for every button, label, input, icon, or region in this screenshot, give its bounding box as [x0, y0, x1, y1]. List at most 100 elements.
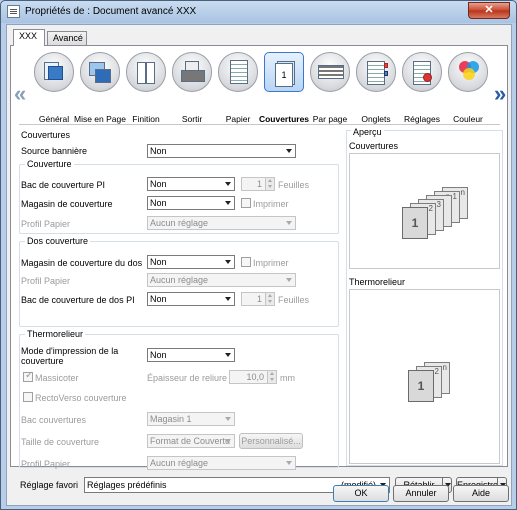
bac-pi-label: Bac de couverture PI	[21, 180, 106, 190]
chevron-down-icon	[286, 278, 292, 282]
spin-arrows-icon	[265, 293, 274, 305]
color-icon	[448, 52, 488, 92]
toolbar-item-papier[interactable]: Papier	[215, 52, 261, 124]
chevron-down-icon	[225, 297, 231, 301]
magasin-value: Non	[150, 198, 167, 208]
chevron-down-icon	[225, 182, 231, 186]
dos-profil-label: Profil Papier	[21, 276, 71, 286]
toolbar-label: Couleur	[453, 114, 483, 124]
taille-select[interactable]: Format de Couvertu	[147, 434, 235, 448]
title-bar: Propriétés de : Document avancé XXX ✕	[1, 1, 516, 23]
bac-pi-spinner[interactable]: 1	[241, 177, 275, 191]
tabs-icon	[356, 52, 396, 92]
bac-couvertures-value: Magasin 1	[150, 414, 192, 424]
dos-group-title: Dos couverture	[25, 236, 91, 246]
spinner-value: 10,0	[246, 372, 264, 382]
profil-value: Aucun réglage	[150, 218, 209, 228]
spin-arrows-icon	[265, 178, 274, 190]
dos-magasin-value: Non	[150, 257, 167, 267]
spinner-value: 1	[256, 179, 262, 189]
toolbar-item-couleur[interactable]: Couleur	[445, 52, 491, 124]
aide-button[interactable]: Aide	[453, 485, 509, 502]
dos-bac-pi-label: Bac de couverture de dos PI	[21, 295, 135, 305]
ok-button[interactable]: OK	[333, 485, 389, 502]
apercu-couvertures-label: Couvertures	[349, 141, 399, 151]
dos-profil-value: Aucun réglage	[150, 275, 209, 285]
epaisseur-spinner[interactable]: 10,0	[229, 370, 277, 384]
taille-value: Format de Couvertu	[150, 436, 231, 446]
finishing-icon	[126, 52, 166, 92]
dos-bac-pi-spinner[interactable]: 1	[241, 292, 275, 306]
toolbar-item-sortir[interactable]: Sortir	[169, 52, 215, 124]
couvertures-settings: Couvertures Source bannière Non Couvertu…	[19, 130, 341, 470]
document-icon	[7, 5, 20, 18]
toolbar-item-general[interactable]: Général	[31, 52, 77, 124]
dos-bac-pi-value: Non	[150, 294, 167, 304]
per-page-icon	[310, 52, 350, 92]
thermo-profil-select[interactable]: Aucun réglage	[147, 456, 296, 470]
bac-pi-unit: Feuilles	[278, 180, 310, 190]
couverture-group-title: Couverture	[25, 159, 74, 169]
thermo-profil-label: Profil Papier	[21, 459, 71, 469]
category-toolbar: Général Mise en Page Finition Sortir Pap…	[31, 52, 491, 124]
tab-avance[interactable]: Avancé	[47, 31, 87, 45]
annuler-button[interactable]: Annuler	[393, 485, 449, 502]
chevron-down-icon	[286, 149, 292, 153]
general-icon	[34, 52, 74, 92]
thermo-mode-select[interactable]: Non	[147, 348, 235, 362]
couvertures-preview: n n-1 3 2 1	[349, 153, 500, 269]
dos-profil-select[interactable]: Aucun réglage	[147, 273, 296, 287]
toolbar-item-mise-en-page[interactable]: Mise en Page	[74, 52, 126, 124]
thermo-mode-label: Mode d'impression de la couverture	[21, 346, 119, 366]
scroll-right-icon[interactable]: »	[494, 81, 506, 107]
thermo-profil-value: Aucun réglage	[150, 458, 209, 468]
toolbar-item-reglages[interactable]: Réglages	[399, 52, 445, 124]
epaisseur-label: Épaisseur de reliure	[147, 373, 228, 383]
dos-bac-pi-select[interactable]: Non	[147, 292, 235, 306]
paper-icon	[218, 52, 258, 92]
source-banniere-select[interactable]: Non	[147, 144, 296, 158]
toolbar-item-finition[interactable]: Finition	[123, 52, 169, 124]
chevron-down-icon	[225, 260, 231, 264]
rectoverso-checkbox[interactable]	[23, 392, 33, 402]
apercu-thermo-label: Thermorelieur	[349, 277, 406, 287]
imprimer-checkbox[interactable]	[241, 198, 251, 208]
favori-value: Réglages prédéfinis	[87, 480, 167, 490]
bac-pi-value: Non	[150, 179, 167, 189]
magasin-label: Magasin de couverture	[21, 199, 113, 209]
covers-icon: 1	[264, 52, 304, 92]
dos-bac-pi-unit: Feuilles	[278, 295, 310, 305]
source-banniere-label: Source bannière	[21, 146, 88, 156]
bac-pi-select[interactable]: Non	[147, 177, 235, 191]
layout-icon	[80, 52, 120, 92]
dos-magasin-select[interactable]: Non	[147, 255, 235, 269]
preview-front-cover: 1	[408, 370, 434, 402]
personnalise-button[interactable]: Personnalisé...	[239, 433, 303, 449]
close-button[interactable]: ✕	[468, 2, 510, 19]
toolbar-item-onglets[interactable]: Onglets	[353, 52, 399, 124]
apercu-pane: Aperçu Couvertures n n-1 3 2 1 Thermorel…	[346, 127, 503, 466]
toolbar-item-couvertures[interactable]: 1 Couvertures	[259, 52, 309, 124]
preview-front-cover: 1	[402, 207, 428, 239]
bac-couvertures-select[interactable]: Magasin 1	[147, 412, 235, 426]
taille-label: Taille de couverture	[21, 437, 100, 447]
profil-select[interactable]: Aucun réglage	[147, 216, 296, 230]
thermo-preview: n 2 1	[349, 289, 500, 464]
output-icon	[172, 52, 212, 92]
thermo-mode-value: Non	[150, 350, 167, 360]
profil-label: Profil Papier	[21, 219, 71, 229]
magasin-select[interactable]: Non	[147, 196, 235, 210]
apercu-title: Aperçu	[351, 127, 384, 137]
thermo-group-title: Thermorelieur	[25, 329, 86, 339]
scroll-left-icon[interactable]: «	[14, 81, 26, 107]
toolbar-item-par-page[interactable]: Par page	[307, 52, 353, 124]
massicoter-checkbox[interactable]	[23, 370, 33, 382]
dialog-client: XXX Avancé « » Général Mise en Page Fini…	[6, 24, 512, 506]
chevron-down-icon	[286, 221, 292, 225]
massicoter-label: Massicoter	[35, 373, 79, 383]
favori-label: Réglage favori	[20, 480, 79, 490]
tab-xxx[interactable]: XXX	[13, 29, 45, 46]
spinner-value: 1	[256, 294, 262, 304]
dos-imprimer-checkbox[interactable]	[241, 257, 251, 267]
epaisseur-unit: mm	[280, 373, 295, 383]
